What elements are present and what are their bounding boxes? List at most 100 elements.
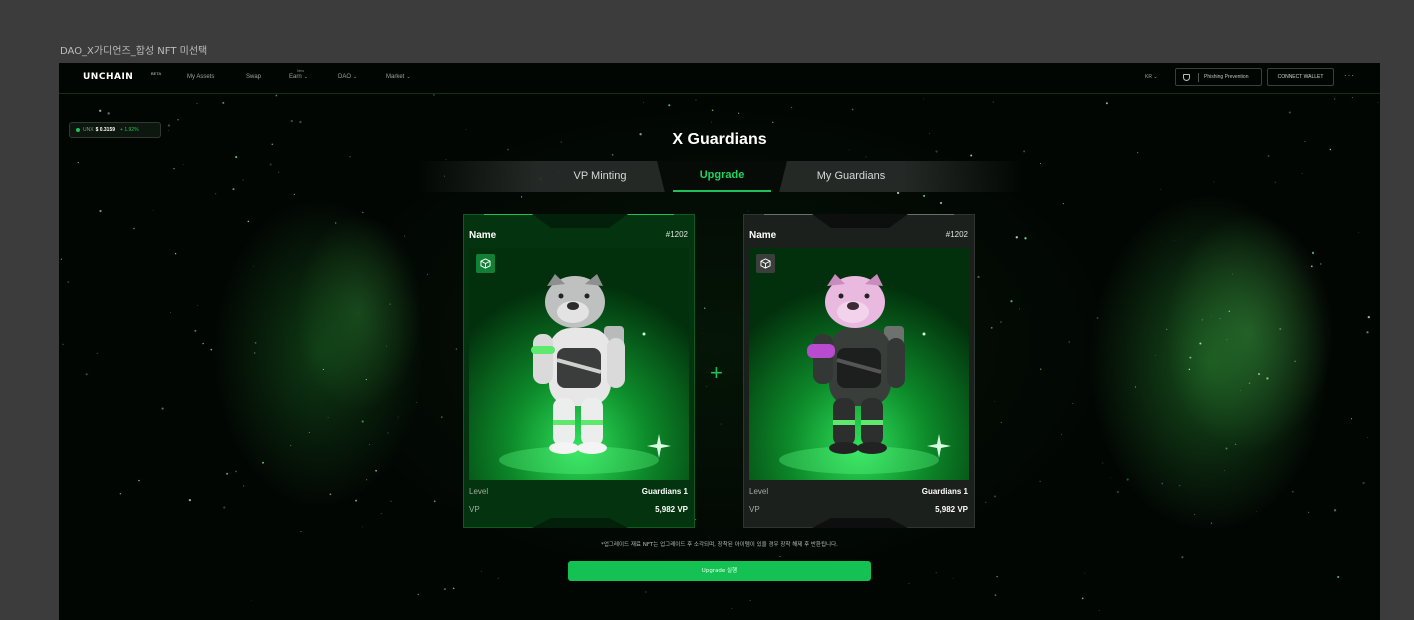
star <box>1068 341 1071 343</box>
tab-upgrade[interactable]: Upgrade <box>657 161 787 192</box>
star <box>99 109 102 112</box>
star <box>397 416 399 418</box>
star <box>994 495 996 498</box>
star <box>62 343 64 346</box>
star <box>1226 339 1228 341</box>
vp-label: VP <box>749 505 760 514</box>
star <box>387 432 389 434</box>
star <box>327 417 329 418</box>
star <box>923 194 926 197</box>
star <box>362 526 364 528</box>
star <box>247 220 250 223</box>
star <box>133 227 135 230</box>
star <box>161 407 164 410</box>
star <box>222 101 225 104</box>
star <box>1234 443 1237 446</box>
nav-my-assets[interactable]: My Assets <box>187 74 214 80</box>
nav-market[interactable]: Market ⌄ <box>386 74 411 80</box>
star <box>939 201 943 205</box>
star <box>416 402 418 403</box>
star <box>77 162 79 164</box>
star <box>1178 484 1181 487</box>
star <box>1188 368 1191 371</box>
star <box>1366 331 1369 334</box>
star <box>299 120 302 124</box>
star <box>1081 597 1084 600</box>
star <box>85 373 88 376</box>
star <box>703 307 706 309</box>
star <box>167 124 170 127</box>
star <box>720 423 722 425</box>
star <box>465 128 467 130</box>
nav-swap[interactable]: Swap <box>246 74 261 80</box>
star <box>427 273 429 275</box>
star <box>1110 477 1111 478</box>
active-tab-indicator <box>672 190 772 192</box>
star <box>349 156 351 158</box>
vp-value: 5,982 VP <box>655 505 688 514</box>
star <box>848 149 850 151</box>
more-icon[interactable]: ··· <box>1344 71 1355 80</box>
star <box>996 575 998 578</box>
star <box>1358 232 1359 233</box>
star <box>389 303 391 305</box>
star <box>197 305 198 307</box>
upgrade-button[interactable]: Upgrade 실행 <box>568 561 871 581</box>
star <box>226 472 229 475</box>
star <box>1155 354 1157 356</box>
target-nft-card[interactable]: Name #1202 Level Guardians 1 VP 5,982 VP <box>743 214 975 528</box>
star <box>1098 610 1100 611</box>
star <box>1350 418 1353 420</box>
star <box>202 342 204 345</box>
star <box>1134 386 1137 388</box>
vp-value: 5,982 VP <box>935 505 968 514</box>
star <box>404 235 406 237</box>
star <box>1010 300 1013 303</box>
nft-artwork <box>749 248 969 480</box>
star <box>1213 181 1215 183</box>
star <box>194 329 197 332</box>
star <box>1161 482 1164 485</box>
star <box>1173 239 1175 241</box>
star <box>417 593 419 596</box>
star <box>1126 478 1129 481</box>
tab-vp-minting[interactable]: VP Minting <box>545 161 655 192</box>
star <box>695 519 697 521</box>
star <box>1165 328 1168 331</box>
star <box>1279 327 1282 331</box>
star <box>170 312 172 313</box>
connect-wallet-button[interactable]: CONNECT WALLET <box>1267 68 1334 86</box>
star <box>223 506 226 509</box>
star <box>1333 509 1337 512</box>
star <box>977 275 980 279</box>
star <box>375 469 377 472</box>
star <box>152 209 154 211</box>
star <box>497 577 499 579</box>
nav-earn[interactable]: Earn ⌄ <box>289 74 308 80</box>
nav-dao[interactable]: DAO ⌄ <box>338 74 357 80</box>
chevron-down-icon: ⌄ <box>353 74 358 80</box>
tab-bar: VP Minting Upgrade My Guardians <box>417 161 1023 192</box>
star <box>935 150 938 153</box>
star <box>1000 421 1002 423</box>
star <box>443 588 446 591</box>
unchain-logo[interactable]: UNCHAIN <box>83 72 133 82</box>
beta-badge: BETA <box>151 71 162 76</box>
phishing-prevention-button[interactable]: Phishing Prevention <box>1175 68 1262 86</box>
star <box>1288 111 1291 114</box>
star <box>1255 511 1257 512</box>
star <box>1096 317 1099 319</box>
star <box>99 209 102 213</box>
star <box>1137 152 1139 154</box>
language-selector[interactable]: KR ⌄ <box>1145 74 1158 80</box>
upgrade-notice: *업그레이드 재료 NFT는 업그레이드 후 소각되며, 장착된 아이템이 있을… <box>601 542 838 548</box>
star <box>182 164 184 165</box>
star <box>329 493 332 496</box>
star <box>1189 356 1192 359</box>
star <box>970 154 973 157</box>
star <box>1024 237 1027 240</box>
level-value: Guardians 1 <box>641 487 688 496</box>
material-nft-card[interactable]: Name #1202 Level Guardians 1 VP 5,982 VP <box>463 214 695 528</box>
tab-my-guardians[interactable]: My Guardians <box>791 161 911 192</box>
star <box>173 167 175 170</box>
